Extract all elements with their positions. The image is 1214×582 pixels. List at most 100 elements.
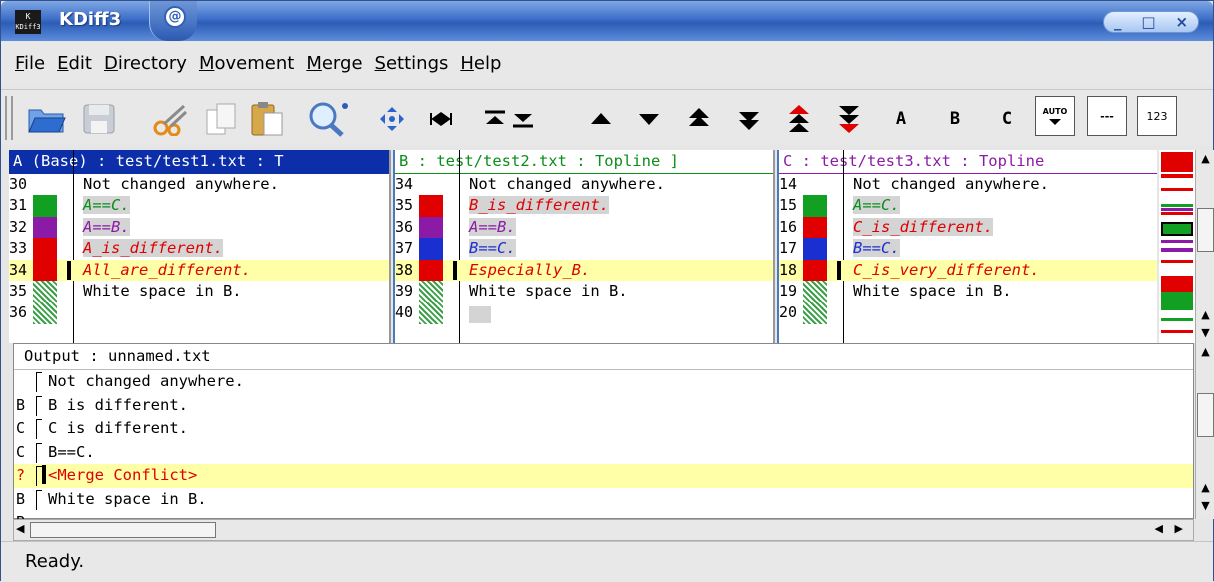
goto-prev-unsolved-conflict-icon[interactable]: [785, 100, 813, 138]
line-text-content: A==C.: [853, 196, 900, 215]
goto-next-unsolved-conflict-icon[interactable]: [835, 100, 863, 138]
menu-bar: File Edit Directory Movement Merge Setti…: [1, 42, 1213, 84]
scroll-left-arrow-icon[interactable]: ◀: [16, 522, 24, 535]
scroll-left-arrow-icon[interactable]: ◀: [1155, 522, 1163, 535]
overview-mark: [1161, 204, 1193, 207]
pane-b-header: B : test/test2.txt : Topline ]: [395, 150, 773, 174]
whitespace-diff-marker: [469, 306, 491, 324]
cut-icon[interactable]: [149, 100, 195, 138]
kdiff3-app-icon[interactable]: K KDiff3: [15, 10, 41, 34]
title-bar[interactable]: K KDiff3 KDiff3 @ _ □ ×: [1, 1, 1213, 41]
goto-current-delta-bowtie-icon[interactable]: [427, 100, 455, 138]
select-c-button[interactable]: C: [993, 100, 1021, 138]
current-line-marker: [837, 260, 841, 280]
scrollbar-thumb[interactable]: [1197, 208, 1214, 252]
select-a-button[interactable]: A: [887, 100, 915, 138]
scroll-up-arrow-icon[interactable]: ▲: [1196, 343, 1214, 361]
menu-help[interactable]: Help: [460, 53, 501, 74]
scroll-right-arrow-icon[interactable]: ▶: [1175, 522, 1183, 535]
goto-next-delta-icon[interactable]: [635, 100, 663, 138]
line-text: B==C.: [465, 238, 773, 259]
pane-b-row: 36 A==B.: [395, 216, 773, 239]
pane-b[interactable]: B : test/test2.txt : Topline ] 34 Not cha…: [393, 150, 775, 343]
copy-icon[interactable]: [201, 100, 241, 138]
overview-mark: [1161, 330, 1193, 333]
menu-edit[interactable]: Edit: [57, 53, 92, 74]
maximize-button[interactable]: □: [1141, 13, 1155, 31]
output-row: C B==C.: [14, 441, 1193, 465]
select-b-button[interactable]: B: [941, 100, 969, 138]
output-vertical-scrollbar[interactable]: ▲ ▲ ▼: [1195, 343, 1214, 519]
scroll-down-arrow-icon[interactable]: ▼: [1196, 324, 1214, 342]
line-text: B==C.: [849, 238, 1157, 259]
bracket: [36, 372, 42, 392]
goto-current-delta-icon[interactable]: [377, 100, 407, 138]
menu-movement[interactable]: Movement: [199, 53, 294, 74]
scroll-up-arrow-icon[interactable]: ▲: [1196, 479, 1214, 497]
line-text: Not changed anywhere.: [853, 175, 1049, 193]
line-number: 36: [395, 217, 414, 236]
line-text: White space in B.: [469, 281, 628, 300]
hscrollbar-thumb[interactable]: [30, 522, 216, 538]
menu-settings[interactable]: Settings: [375, 53, 449, 74]
output-text: <Merge Conflict>: [48, 466, 198, 484]
line-text: A==C.: [79, 195, 389, 216]
line-text: A_is_different.: [79, 238, 389, 259]
auto-advance-button[interactable]: AUTO: [1035, 96, 1075, 136]
pane-c[interactable]: C : test/test3.txt : Topline 14 Not chang…: [777, 150, 1157, 343]
overview-mark: [1161, 292, 1193, 310]
pane-a[interactable]: A (Base) : test/test1.txt : T 30 Not chan…: [9, 150, 391, 343]
current-line-marker: [42, 465, 46, 484]
goto-next-conflict-icon[interactable]: [735, 100, 763, 138]
show-whitespace-button[interactable]: ---: [1087, 96, 1127, 136]
pane-b-row: 38 Especially_B.: [395, 259, 773, 281]
pane-c-row: 19 White space in B.: [779, 280, 1157, 303]
scroll-up-arrow-icon[interactable]: ▲: [1196, 306, 1214, 324]
paste-icon[interactable]: [245, 100, 289, 138]
line-number: 33: [9, 239, 28, 258]
goto-bottom-icon[interactable]: [509, 100, 537, 138]
line-number: 34: [9, 260, 28, 279]
auto-advance-arrow-icon: [1049, 118, 1061, 125]
line-text: B_is_different.: [465, 195, 773, 216]
goto-prev-conflict-icon[interactable]: [685, 100, 713, 138]
goto-prev-delta-icon[interactable]: [587, 100, 615, 138]
pane-a-row: 32 A==B.: [9, 216, 389, 239]
close-button[interactable]: ×: [1175, 13, 1188, 31]
diff-vertical-scrollbar[interactable]: ▲ ▲ ▼: [1195, 150, 1214, 343]
open-folder-icon[interactable]: [23, 100, 69, 138]
pane-c-row: 16 C_is_different.: [779, 216, 1157, 239]
output-horizontal-scrollbar[interactable]: ◀ ◀ ▶: [13, 519, 1194, 541]
pane-c-row: 18 C_is_very_different.: [779, 259, 1157, 281]
scroll-down-arrow-icon[interactable]: ▼: [1196, 497, 1214, 515]
source-label: C: [16, 442, 26, 461]
line-number: 40: [395, 303, 414, 322]
show-line-numbers-button[interactable]: 123: [1137, 96, 1177, 136]
menu-directory[interactable]: Directory: [104, 53, 187, 74]
sticky-icon[interactable]: @: [164, 6, 186, 28]
menu-merge[interactable]: Merge: [306, 53, 362, 74]
output-row: B B is different.: [14, 394, 1193, 418]
bracket: [36, 489, 42, 510]
goto-top-icon[interactable]: [481, 100, 509, 138]
overview-mark: [1161, 248, 1193, 252]
scroll-up-arrow-icon[interactable]: ▲: [1196, 150, 1214, 168]
pane-c-row: 20: [779, 302, 1157, 324]
bracket: [36, 442, 42, 463]
output-pane[interactable]: Output : unnamed.txt Not changed anywher…: [13, 343, 1194, 521]
diff-overview[interactable]: [1159, 150, 1195, 343]
diff-marker: [803, 302, 827, 324]
window-title: KDiff3: [59, 9, 122, 30]
minimize-button[interactable]: _: [1114, 13, 1122, 31]
line-number: 36: [9, 303, 28, 322]
overview-mark: [1161, 260, 1193, 263]
diff-marker: [33, 280, 57, 303]
line-number: 31: [9, 196, 28, 215]
find-icon[interactable]: [303, 100, 353, 138]
scrollbar-thumb[interactable]: [1197, 393, 1214, 437]
toolbar-grip[interactable]: [5, 96, 13, 140]
source-label: B: [16, 395, 26, 414]
save-icon[interactable]: [77, 100, 121, 138]
menu-file[interactable]: File: [15, 53, 45, 74]
overview-mark: [1161, 152, 1193, 172]
